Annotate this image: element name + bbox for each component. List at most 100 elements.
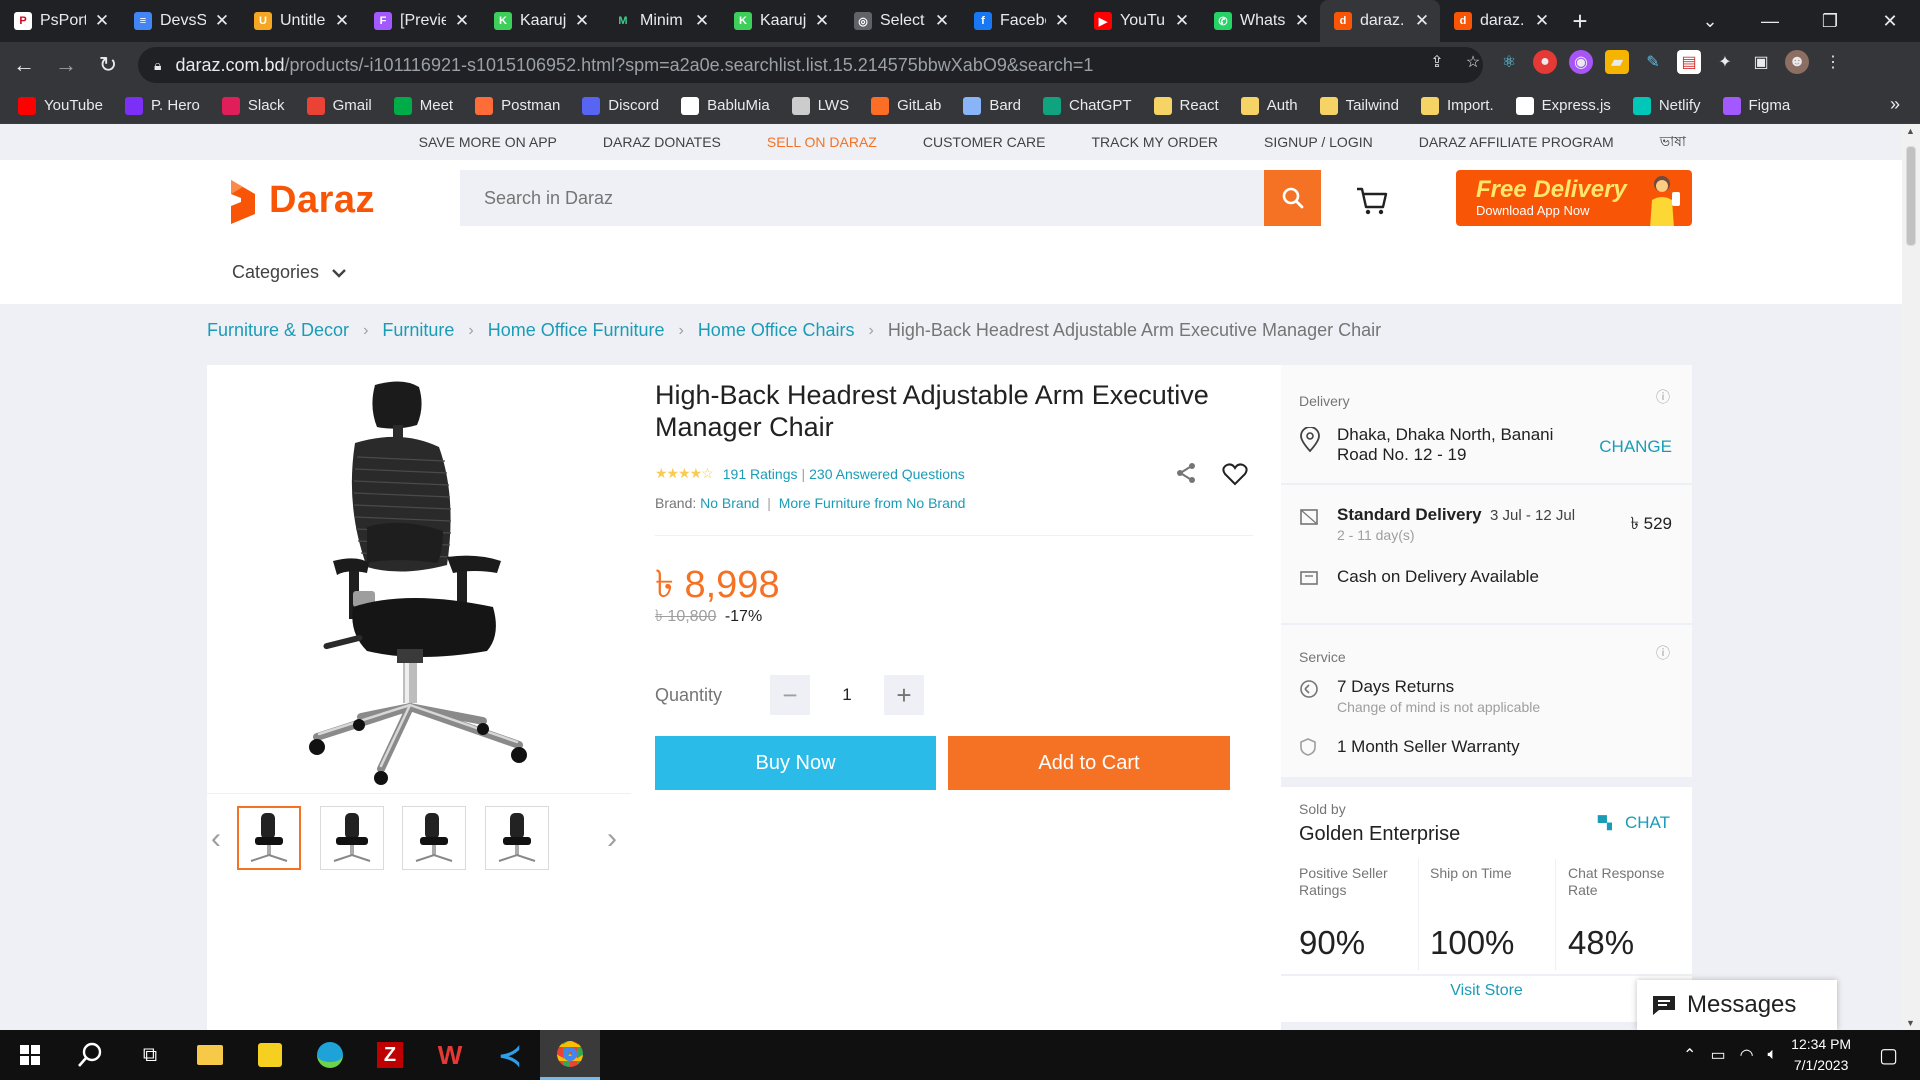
extension-pen-icon[interactable]: ✎ <box>1641 50 1665 74</box>
back-button[interactable]: ← <box>6 47 42 83</box>
browser-tab[interactable]: d daraz. ✕ <box>1320 0 1440 42</box>
wishlist-button[interactable] <box>1222 462 1248 491</box>
edge-browser-icon[interactable] <box>300 1030 360 1080</box>
tab-close-icon[interactable]: ✕ <box>214 11 230 31</box>
side-panel-icon[interactable]: ▣ <box>1749 50 1773 74</box>
product-main-image[interactable] <box>297 377 529 785</box>
bookmark-item[interactable]: Auth <box>1240 96 1298 115</box>
breadcrumb-link[interactable]: Furniture <box>382 320 454 341</box>
browser-tab[interactable]: f Facebo ✕ <box>960 0 1080 42</box>
battery-icon[interactable]: ▭ <box>1710 1045 1725 1065</box>
bookmark-item[interactable]: Tailwind <box>1319 96 1399 115</box>
search-input[interactable] <box>460 170 1264 226</box>
chat-button[interactable]: ▀▖ CHAT <box>1598 813 1670 833</box>
top-link[interactable]: DARAZ DONATES <box>603 134 721 150</box>
bookmark-item[interactable]: Gmail <box>306 96 372 115</box>
thumbnail-1[interactable] <box>237 806 301 870</box>
browser-tab[interactable]: K Kaaruj ✕ <box>480 0 600 42</box>
search-icon[interactable] <box>60 1030 120 1080</box>
tab-close-icon[interactable]: ✕ <box>1174 11 1190 31</box>
new-tab-button[interactable]: + <box>1560 0 1600 42</box>
seller-name[interactable]: Golden Enterprise <box>1299 823 1460 846</box>
browser-tab[interactable]: U Untitle ✕ <box>240 0 360 42</box>
chrome-taskbar-icon[interactable] <box>540 1030 600 1080</box>
browser-tab[interactable]: ≡ DevsS ✕ <box>120 0 240 42</box>
delivery-info-icon[interactable]: ⓘ <box>1656 387 1670 407</box>
thumbnail-3[interactable] <box>402 806 466 870</box>
taskbar-clock[interactable]: 12:34 PM 7/1/2023 <box>1791 1034 1851 1076</box>
browser-tab[interactable]: ▶ YouTu ✕ <box>1080 0 1200 42</box>
tab-close-icon[interactable]: ✕ <box>694 11 710 31</box>
bookmark-item[interactable]: GitLab <box>871 96 941 115</box>
extensions-puzzle-icon[interactable]: ✦ <box>1713 50 1737 74</box>
cart-button[interactable] <box>1355 186 1389 221</box>
restore-button[interactable]: ❐ <box>1800 11 1860 32</box>
browser-tab[interactable]: P PsPort ✕ <box>0 0 120 42</box>
buy-now-button[interactable]: Buy Now <box>655 736 936 790</box>
quantity-value[interactable]: 1 <box>810 685 884 705</box>
tab-close-icon[interactable]: ✕ <box>334 11 350 31</box>
bookmark-item[interactable]: React <box>1153 96 1219 115</box>
share-page-icon[interactable]: ⇪ <box>1425 50 1449 74</box>
tab-close-icon[interactable]: ✕ <box>1534 11 1550 31</box>
bookmark-item[interactable]: Meet <box>393 96 453 115</box>
bookmark-item[interactable]: Express.js <box>1515 96 1611 115</box>
tab-close-icon[interactable]: ✕ <box>934 11 950 31</box>
task-view-icon[interactable]: ⧉ <box>120 1030 180 1080</box>
tab-close-icon[interactable]: ✕ <box>1414 11 1430 31</box>
tab-close-icon[interactable]: ✕ <box>814 11 830 31</box>
browser-tab[interactable]: ◎ Select ✕ <box>840 0 960 42</box>
share-button[interactable] <box>1174 461 1198 490</box>
extension-calendar-icon[interactable]: ▤ <box>1677 50 1701 74</box>
bookmark-item[interactable]: LWS <box>791 96 849 115</box>
quantity-increase-button[interactable]: + <box>884 675 924 715</box>
top-link[interactable]: ভাষা <box>1660 130 1686 154</box>
react-devtools-icon[interactable]: ⚛ <box>1497 50 1521 74</box>
browser-tab[interactable]: K Kaaruj ✕ <box>720 0 840 42</box>
top-link[interactable]: CUSTOMER CARE <box>923 134 1046 150</box>
bookmark-item[interactable]: Slack <box>221 96 285 115</box>
tray-chevron-up-icon[interactable]: ⌃ <box>1683 1045 1696 1065</box>
tab-search-icon[interactable]: ⌄ <box>1680 11 1740 32</box>
bookmark-item[interactable]: ChatGPT <box>1043 96 1132 115</box>
browser-tab[interactable]: d daraz. ✕ <box>1440 0 1560 42</box>
top-link[interactable]: TRACK MY ORDER <box>1092 134 1219 150</box>
browser-tab[interactable]: ✆ Whats ✕ <box>1200 0 1320 42</box>
thumbnail-next-icon[interactable]: › <box>607 822 617 856</box>
extension-color-icon[interactable]: ◉ <box>1569 50 1593 74</box>
tab-close-icon[interactable]: ✕ <box>1294 11 1310 31</box>
start-windows-icon[interactable] <box>0 1030 60 1080</box>
breadcrumb-link[interactable]: Home Office Furniture <box>488 320 665 341</box>
daraz-logo[interactable]: Daraz <box>225 176 375 224</box>
bookmark-item[interactable]: BabluMia <box>681 96 770 115</box>
breadcrumb-link[interactable]: Home Office Chairs <box>698 320 855 341</box>
profile-avatar-icon[interactable]: ☻ <box>1785 50 1809 74</box>
thumbnail-2[interactable] <box>320 806 384 870</box>
page-scrollbar[interactable]: ▲ ▼ <box>1902 124 1920 1030</box>
browser-tab[interactable]: M Minim ✕ <box>600 0 720 42</box>
reload-button[interactable]: ↻ <box>90 47 126 83</box>
bookmark-item[interactable]: Postman <box>475 96 560 115</box>
top-link[interactable]: SELL ON DARAZ <box>767 134 877 150</box>
bookmark-item[interactable]: Netlify <box>1632 96 1701 115</box>
chrome-menu-icon[interactable]: ⋮ <box>1821 50 1845 74</box>
tab-close-icon[interactable]: ✕ <box>454 11 470 31</box>
service-info-icon[interactable]: ⓘ <box>1656 643 1670 663</box>
notifications-icon[interactable]: ▢ <box>1879 1043 1898 1068</box>
categories-menu[interactable]: Categories <box>232 262 347 283</box>
bookmark-item[interactable]: Bard <box>963 96 1021 115</box>
thumbnail-prev-icon[interactable]: ‹ <box>211 822 221 856</box>
bookmark-star-icon[interactable]: ☆ <box>1461 50 1485 74</box>
thumbnail-4[interactable] <box>485 806 549 870</box>
messages-button[interactable]: Messages <box>1637 980 1837 1030</box>
url-bar[interactable]: 🔒︎ daraz.com.bd/products/-i101116921-s10… <box>138 47 1483 83</box>
tab-close-icon[interactable]: ✕ <box>574 11 590 31</box>
breadcrumb-link[interactable]: Furniture & Decor <box>207 320 349 341</box>
volume-icon[interactable]: 🔈︎ <box>1768 1046 1778 1064</box>
visit-store-link[interactable]: Visit Store <box>1281 982 1692 1000</box>
add-to-cart-button[interactable]: Add to Cart <box>948 736 1230 790</box>
top-link[interactable]: SIGNUP / LOGIN <box>1264 134 1373 150</box>
extension-yellow-icon[interactable]: ▰ <box>1605 50 1629 74</box>
close-window-button[interactable]: ✕ <box>1860 11 1920 32</box>
wps-office-icon[interactable]: W <box>420 1030 480 1080</box>
